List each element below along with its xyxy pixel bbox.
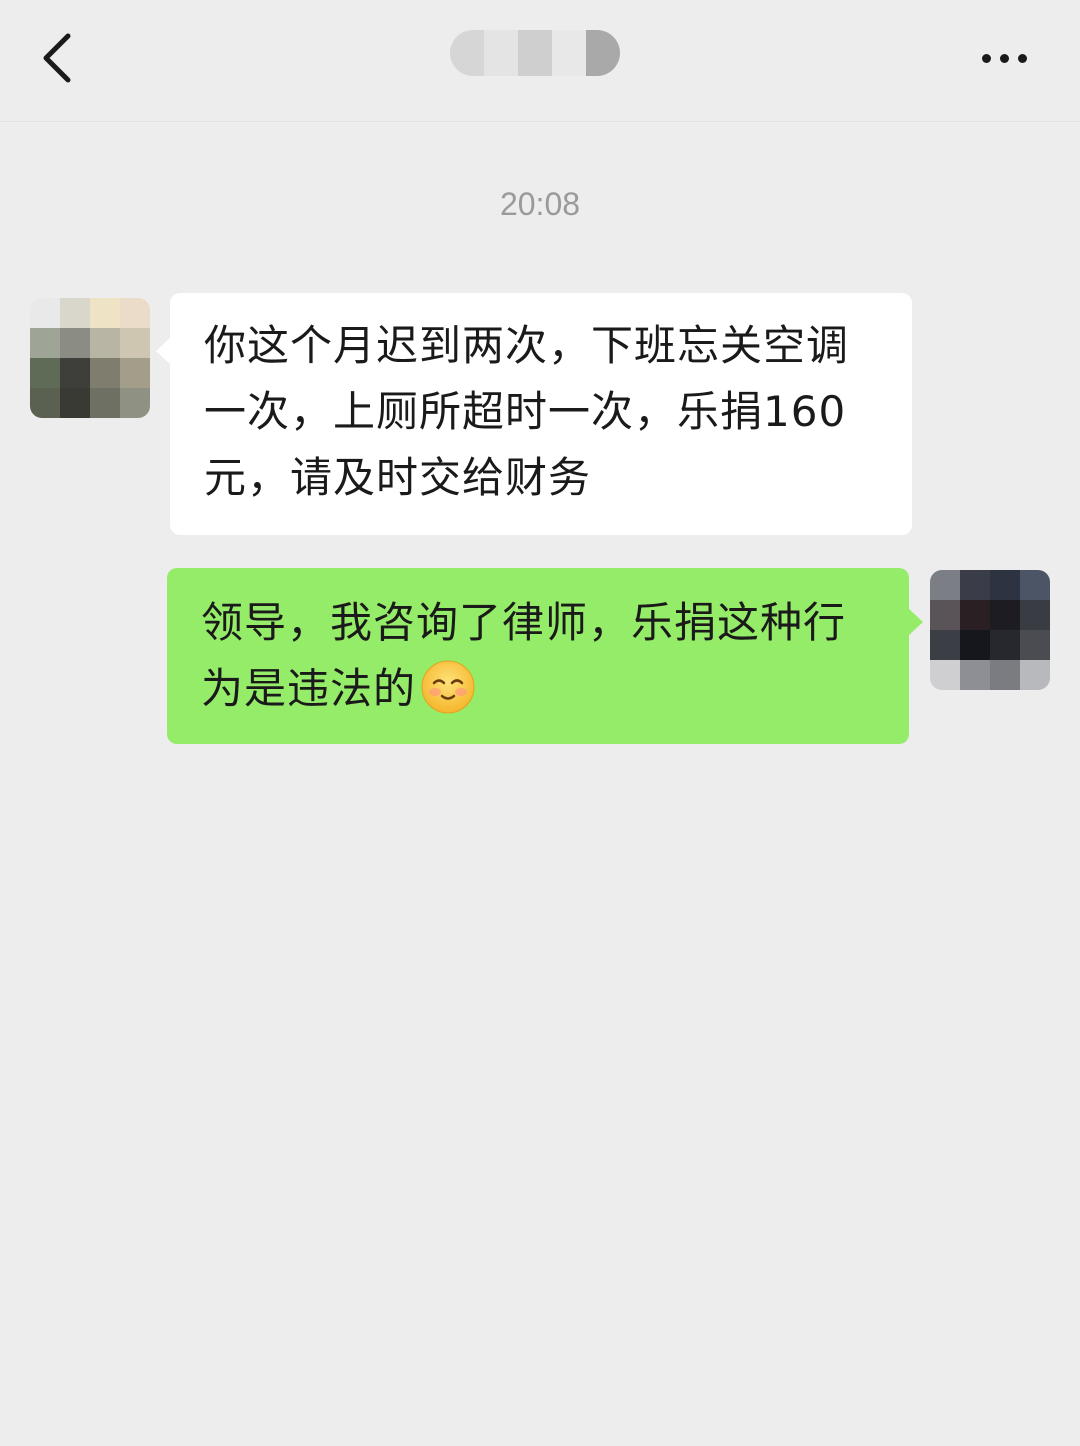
avatar-pixel: [990, 600, 1020, 630]
more-dot-icon: [1017, 53, 1027, 63]
avatar-pixel: [1020, 630, 1050, 660]
chat-title-redacted: [450, 30, 620, 76]
more-dot-icon: [981, 53, 991, 63]
title-blur-block: [586, 30, 620, 76]
avatar-pixel: [930, 660, 960, 690]
avatar-pixel: [30, 388, 60, 418]
avatar-pixel: [90, 358, 120, 388]
avatar-pixel: [1020, 570, 1050, 600]
avatar-pixel: [990, 630, 1020, 660]
avatar-pixel: [1020, 600, 1050, 630]
avatar-pixel: [120, 358, 150, 388]
avatar-pixel: [120, 298, 150, 328]
my-avatar[interactable]: [930, 570, 1050, 690]
smiling-blush-emoji-icon: [421, 660, 475, 714]
avatar-pixel: [30, 328, 60, 358]
message-text: 领导，我咨询了律师，乐捐这种行为是违法的: [201, 598, 847, 713]
message-text: 你这个月迟到两次，下班忘关空调一次，上厕所超时一次，乐捐160元，请及时交给财务: [204, 321, 850, 502]
avatar-pixel: [930, 600, 960, 630]
avatar-pixel: [930, 630, 960, 660]
back-button[interactable]: [28, 22, 92, 94]
avatar-pixel: [960, 630, 990, 660]
avatar-pixel: [960, 660, 990, 690]
avatar-pixel: [90, 328, 120, 358]
title-blur-block: [450, 30, 484, 76]
avatar-pixel: [90, 388, 120, 418]
avatar-pixel: [60, 358, 90, 388]
title-blur-block: [484, 30, 518, 76]
avatar-pixel: [120, 328, 150, 358]
sent-message-bubble[interactable]: 领导，我咨询了律师，乐捐这种行为是违法的: [167, 568, 923, 744]
avatar-pixel: [60, 328, 90, 358]
avatar-pixel: [990, 570, 1020, 600]
avatar-pixel: [120, 388, 150, 418]
title-blur-block: [552, 30, 586, 76]
avatar-pixel: [60, 388, 90, 418]
navigation-bar: [0, 0, 1080, 122]
avatar-pixel: [60, 298, 90, 328]
avatar-pixel: [990, 660, 1020, 690]
more-options-button[interactable]: [966, 36, 1042, 80]
avatar-pixel: [960, 600, 990, 630]
avatar-pixel: [960, 570, 990, 600]
avatar-pixel: [30, 358, 60, 388]
more-dot-icon: [999, 53, 1009, 63]
title-blur-block: [518, 30, 552, 76]
avatar-pixel: [90, 298, 120, 328]
avatar-pixel: [930, 570, 960, 600]
received-message-bubble[interactable]: 你这个月迟到两次，下班忘关空调一次，上厕所超时一次，乐捐160元，请及时交给财务: [156, 293, 912, 535]
contact-avatar[interactable]: [30, 298, 150, 418]
chevron-left-icon: [43, 33, 71, 83]
avatar-pixel: [1020, 660, 1050, 690]
avatar-pixel: [30, 298, 60, 328]
message-timestamp: 20:08: [499, 186, 581, 222]
